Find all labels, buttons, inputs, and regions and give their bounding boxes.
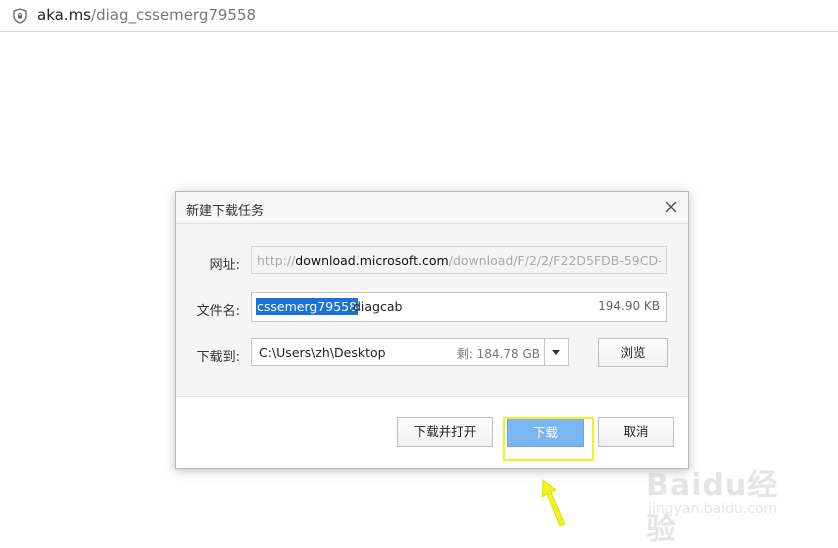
saveto-path: C:\Users\zh\Desktop [259,345,386,360]
url-path: /diag_cssemerg79558 [91,6,257,24]
cancel-button[interactable]: 取消 [598,417,674,447]
chevron-down-icon [552,350,560,355]
url-prefix: http:// [257,253,296,268]
url-domain: download.microsoft.com [295,253,449,268]
new-download-dialog: 新建下载任务 网址: http://download.microsoft.com… [175,191,689,469]
highlight-box [503,417,594,461]
browse-button[interactable]: 浏览 [598,338,668,367]
close-icon[interactable] [663,199,679,215]
dialog-body: 网址: http://download.microsoft.com/downlo… [176,224,688,397]
url-text[interactable]: aka.ms/diag_cssemerg79558 [37,6,256,24]
saveto-path-field[interactable]: C:\Users\zh\Desktop 剩: 184.78 GB [251,338,569,366]
saveto-dropdown-button[interactable] [544,339,568,365]
shield-icon[interactable] [12,8,28,24]
address-bar[interactable]: aka.ms/diag_cssemerg79558 [0,0,838,32]
filename-extension: .diagcab [349,299,403,314]
saveto-label: 下载到: [196,350,240,365]
annotation-arrow-icon [541,479,566,527]
url-label: 网址: [209,258,240,273]
url-host: aka.ms [37,6,92,24]
filename-selected-text: cssemerg79558 [256,298,359,315]
dialog-title: 新建下载任务 [186,204,265,219]
filename-label: 文件名: [196,304,240,319]
download-and-open-button[interactable]: 下载并打开 [397,417,493,447]
dialog-titlebar[interactable]: 新建下载任务 [176,192,688,224]
baidu-watermark: Baidu经验 jingyan.baidu.com [646,452,796,547]
watermark-site: jingyan.baidu.com [648,501,778,517]
file-size: 194.90 KB [598,299,660,313]
url-field[interactable]: http://download.microsoft.com/download/F… [251,246,667,274]
remaining-space: 剩: 184.78 GB [456,347,540,361]
url-remainder: /download/F/2/2/F22D5FDB-59CD-4275 [448,253,661,268]
filename-field[interactable]: cssemerg79558 .diagcab 194.90 KB [251,292,667,322]
